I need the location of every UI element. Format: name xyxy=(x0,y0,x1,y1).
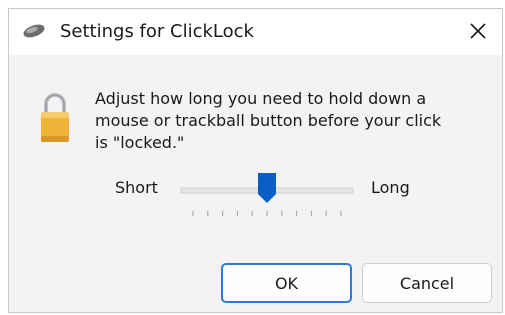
dialog-window: Settings for ClickLock Adjust how long y… xyxy=(8,8,503,313)
window-title: Settings for ClickLock xyxy=(60,21,254,42)
description-text: Adjust how long you need to hold down a … xyxy=(95,88,495,154)
mouse-icon xyxy=(23,24,45,38)
slider-ticks xyxy=(192,211,342,216)
slider-thumb[interactable] xyxy=(258,173,276,203)
padlock-icon xyxy=(41,93,69,142)
clicklock-time-slider[interactable] xyxy=(179,169,355,221)
title-bar[interactable]: Settings for ClickLock xyxy=(9,9,502,55)
description-line: is "locked." xyxy=(95,133,185,152)
ok-button[interactable]: OK xyxy=(221,263,352,303)
slider-min-label: Short xyxy=(115,178,158,197)
slider-max-label: Long xyxy=(371,178,410,197)
description-line: Adjust how long you need to hold down a xyxy=(95,89,427,108)
close-icon[interactable] xyxy=(462,15,494,47)
cancel-button[interactable]: Cancel xyxy=(362,263,492,303)
description-line: mouse or trackball button before your cl… xyxy=(95,111,442,130)
